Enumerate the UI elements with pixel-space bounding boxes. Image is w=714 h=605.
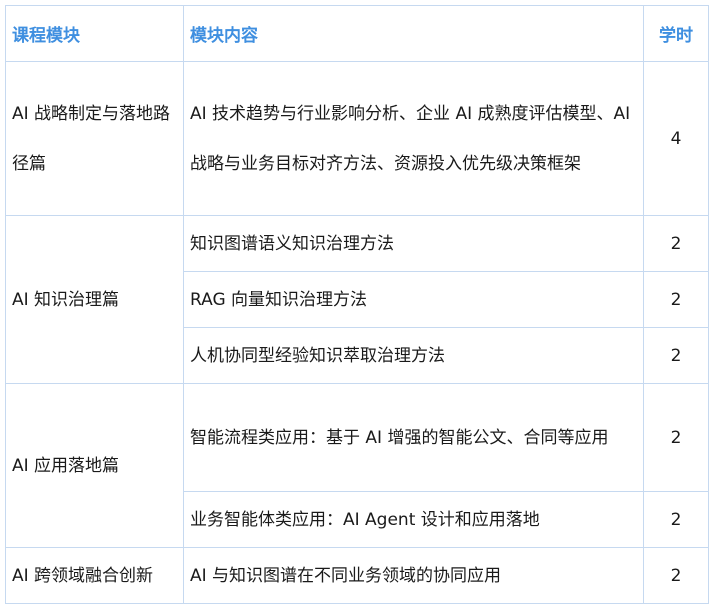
hours-cell: 2 <box>643 215 709 272</box>
header-hours: 学时 <box>643 5 709 62</box>
table-row: AI 跨领域融合创新 AI 与知识图谱在不同业务领域的协同应用 2 <box>5 547 709 604</box>
content-cell: 智能流程类应用：基于 AI 增强的智能公文、合同等应用 <box>183 383 644 492</box>
module-cell: AI 跨领域融合创新 <box>5 547 184 604</box>
hours-cell: 2 <box>643 271 709 328</box>
hours-cell: 2 <box>643 383 709 492</box>
hours-cell: 4 <box>643 61 709 216</box>
content-cell: AI 与知识图谱在不同业务领域的协同应用 <box>183 547 644 604</box>
content-cell: 人机协同型经验知识萃取治理方法 <box>183 327 644 384</box>
hours-cell: 2 <box>643 491 709 548</box>
module-cell: AI 战略制定与落地路径篇 <box>5 61 184 216</box>
course-table: 课程模块 模块内容 学时 AI 战略制定与落地路径篇 AI 技术趋势与行业影响分… <box>5 5 709 604</box>
content-cell: AI 技术趋势与行业影响分析、企业 AI 成熟度评估模型、AI 战略与业务目标对… <box>183 61 644 216</box>
hours-cell: 2 <box>643 547 709 604</box>
table-row: AI 应用落地篇 智能流程类应用：基于 AI 增强的智能公文、合同等应用 2 <box>5 383 709 548</box>
module-cell: AI 知识治理篇 <box>5 215 184 384</box>
module-cell: AI 应用落地篇 <box>5 383 184 548</box>
header-module: 课程模块 <box>5 5 184 62</box>
table-row: AI 战略制定与落地路径篇 AI 技术趋势与行业影响分析、企业 AI 成熟度评估… <box>5 61 709 216</box>
content-cell: 业务智能体类应用：AI Agent 设计和应用落地 <box>183 491 644 548</box>
table-row: AI 知识治理篇 知识图谱语义知识治理方法 2 <box>5 215 709 384</box>
content-cell: 知识图谱语义知识治理方法 <box>183 215 644 272</box>
header-content: 模块内容 <box>183 5 644 62</box>
content-cell: RAG 向量知识治理方法 <box>183 271 644 328</box>
hours-cell: 2 <box>643 327 709 384</box>
header-row: 课程模块 模块内容 学时 <box>5 5 709 62</box>
